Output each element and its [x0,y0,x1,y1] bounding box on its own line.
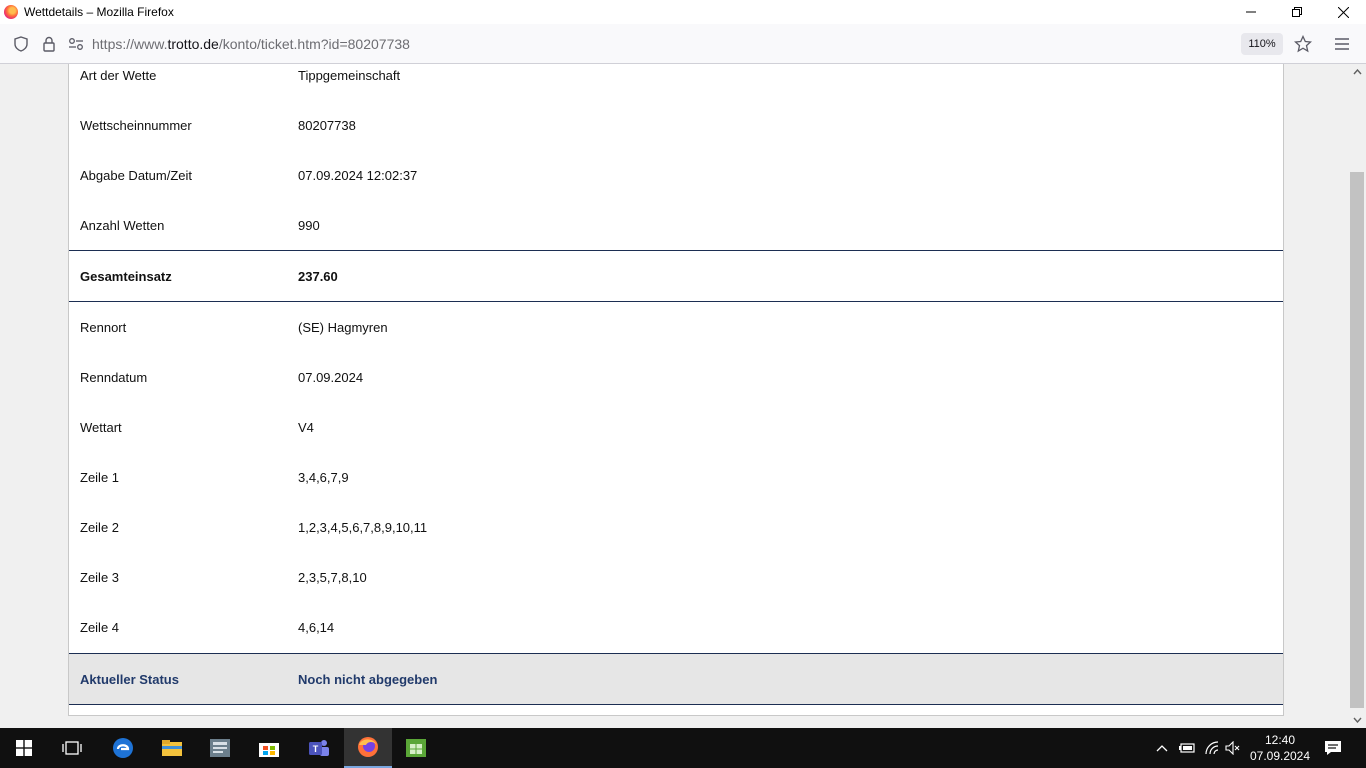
row-value: V4 [298,419,314,435]
row-label: Wettscheinnummer [80,117,192,133]
clock-time: 12:40 [1264,733,1296,747]
table-row: Renndatum 07.09.2024 [69,352,1283,402]
status-row: Aktueller Status Noch nicht abgegeben [69,653,1283,705]
row-value: 3,4,6,7,9 [298,469,349,485]
url-host: trotto.de [167,36,219,52]
restore-button[interactable] [1274,0,1320,24]
taskbar-clock[interactable]: 12:40 07.09.2024 [1242,732,1318,764]
spreadsheet-app-icon[interactable] [392,728,440,768]
task-view-icon [62,741,82,755]
tracking-protection-shield-icon[interactable] [7,30,35,58]
table-row: Zeile 4 4,6,14 [69,602,1283,652]
battery-icon[interactable] [1176,728,1198,768]
row-value: 4,6,14 [298,619,335,635]
row-label: Wettart [80,419,122,435]
url-prefix: https://www. [92,36,168,52]
documents-app-icon[interactable] [196,728,244,768]
clock-date: 07.09.2024 [1249,749,1311,763]
minimize-icon [1246,11,1256,13]
teams-icon[interactable]: T [295,728,343,768]
ticket-details-table: Art der Wette Tippgemeinschaft Wettschei… [68,64,1284,716]
volume-muted-icon[interactable] [1222,728,1244,768]
total-stake-row: Gesamteinsatz 237.60 [69,250,1283,302]
row-value: 990 [298,217,320,233]
row-label: Zeile 3 [80,569,120,585]
status-value: Noch nicht abgegeben [298,671,438,687]
row-value: 07.09.2024 [298,369,364,385]
row-value: Tippgemeinschaft [298,67,401,83]
microsoft-store-icon[interactable] [245,728,293,768]
url-path: /konto/ticket.htm?id=80207738 [218,36,410,52]
show-hidden-icons-chevron-icon[interactable] [1152,728,1172,768]
row-value: (SE) Hagmyren [298,319,388,335]
network-icon[interactable] [1200,728,1224,768]
table-row: Rennort (SE) Hagmyren [69,302,1283,352]
row-label: Zeile 1 [80,469,120,485]
table-row: Art der Wette Tippgemeinschaft [69,64,1283,100]
scrollbar-thumb[interactable] [1350,172,1364,708]
table-row: Wettart V4 [69,402,1283,452]
total-stake-value: 237.60 [298,268,338,284]
row-label: Rennort [80,319,127,335]
edge-browser-icon[interactable] [99,728,147,768]
row-value: 80207738 [298,117,356,133]
vertical-scrollbar[interactable] [1348,64,1366,728]
restore-icon [1292,7,1302,17]
close-icon [1337,6,1349,18]
firefox-taskbar-icon[interactable] [344,728,392,768]
windows-logo-icon [16,740,32,756]
action-center-icon[interactable] [1318,728,1348,768]
start-button[interactable] [0,728,48,768]
lock-icon[interactable] [35,30,63,58]
window-controls [1228,0,1366,24]
table-row: Zeile 1 3,4,6,7,9 [69,452,1283,502]
total-stake-label: Gesamteinsatz [80,268,172,284]
scroll-up-arrow-icon[interactable] [1348,64,1366,80]
close-button[interactable] [1320,0,1366,24]
svg-text:T: T [313,744,319,754]
url-bar[interactable]: https://www. trotto.de/konto/ticket.htm?i… [92,32,410,56]
row-label: Zeile 4 [80,619,120,635]
row-value: 2,3,5,7,8,10 [298,569,367,585]
row-label: Anzahl Wetten [80,217,165,233]
row-value: 1,2,3,4,5,6,7,8,9,10,11 [298,519,428,535]
table-row: Abgabe Datum/Zeit 07.09.2024 12:02:37 [69,150,1283,200]
window-title: Wettdetails – Mozilla Firefox [24,5,174,19]
zoom-level-button[interactable]: 110% [1241,33,1283,55]
page-permissions-icon[interactable] [62,30,90,58]
windows-taskbar: T 12:40 07.09.2024 [0,728,1366,768]
row-label: Art der Wette [80,67,157,83]
table-row: Zeile 2 1,2,3,4,5,6,7,8,9,10,11 [69,502,1283,552]
bookmark-star-icon[interactable] [1289,30,1317,58]
table-row: Zeile 3 2,3,5,7,8,10 [69,552,1283,602]
status-label: Aktueller Status [80,671,179,687]
firefox-logo-icon [4,5,18,19]
scroll-down-arrow-icon[interactable] [1348,712,1366,728]
task-view-button[interactable] [48,728,96,768]
navigation-bar: https://www. trotto.de/konto/ticket.htm?i… [0,24,1366,64]
table-row: Wettscheinnummer 80207738 [69,100,1283,150]
hamburger-menu-icon[interactable] [1328,30,1356,58]
title-bar: Wettdetails – Mozilla Firefox [0,0,1366,24]
row-value: 07.09.2024 12:02:37 [298,167,418,183]
page-content: Art der Wette Tippgemeinschaft Wettschei… [0,64,1348,728]
row-label: Renndatum [80,369,148,385]
minimize-button[interactable] [1228,0,1274,24]
row-label: Abgabe Datum/Zeit [80,167,193,183]
file-explorer-icon[interactable] [148,728,196,768]
row-label: Zeile 2 [80,519,120,535]
table-row: Anzahl Wetten 990 [69,200,1283,250]
